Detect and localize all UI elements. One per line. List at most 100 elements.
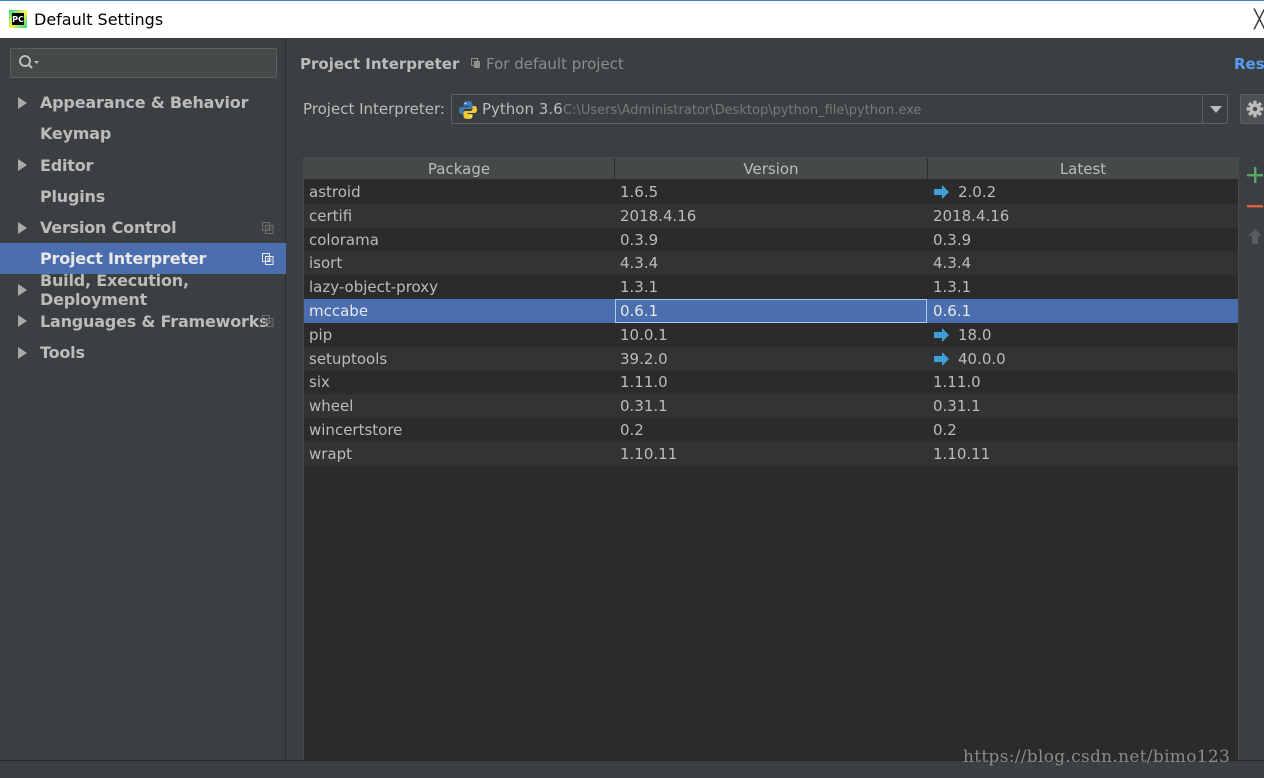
chevron-down-icon[interactable]: [1210, 106, 1222, 113]
table-row[interactable]: wheel 0.31.1 0.31.1: [304, 394, 1238, 419]
table-row[interactable]: astroid 1.6.5 2.0.2: [304, 180, 1238, 204]
settings-search-input[interactable]: [10, 48, 277, 78]
sidebar-item-appearance-behavior[interactable]: Appearance & Behavior: [0, 87, 286, 118]
expand-arrow-icon[interactable]: [18, 221, 27, 234]
package-name-cell: setuptools: [309, 349, 388, 368]
latest-version-cell: 0.3.9: [933, 230, 972, 249]
package-name-cell: wincertstore: [309, 421, 403, 439]
interpreter-settings-button[interactable]: [1240, 94, 1264, 124]
search-icon: [19, 55, 39, 69]
latest-version-cell: 1.11.0: [933, 373, 981, 392]
watermark: https://blog.csdn.net/bimo123: [963, 747, 1231, 767]
latest-version-cell: 40.0.0: [958, 349, 1006, 368]
packages-table[interactable]: Package Version Latest astroid 1.6.5 2.0.2…: [303, 157, 1239, 760]
sidebar-item-keymap[interactable]: Keymap: [0, 118, 286, 149]
project-scope-icon: [262, 252, 274, 265]
latest-version-cell: 2018.4.16: [933, 206, 1010, 225]
latest-version-cell: 0.6.1: [933, 302, 972, 320]
table-row[interactable]: wincertstore 0.2 0.2: [304, 418, 1238, 442]
page-title: Project Interpreter: [300, 55, 460, 73]
interpreter-name: Python 3.6: [482, 100, 563, 118]
version-cell: 4.3.4: [620, 254, 659, 273]
version-cell: 0.31.1: [620, 397, 668, 416]
sidebar-item-label: Appearance & Behavior: [40, 93, 249, 112]
sidebar-item-tools[interactable]: Tools: [0, 337, 286, 368]
project-scope-icon: [262, 315, 274, 328]
sidebar-item-label: Plugins: [40, 186, 106, 206]
column-header-package[interactable]: Package: [304, 158, 615, 180]
package-name-cell: astroid: [309, 183, 361, 201]
project-scope-icon: [471, 58, 480, 68]
package-name-cell: certifi: [309, 206, 353, 225]
latest-version-cell: 4.3.4: [933, 254, 972, 273]
expand-arrow-icon[interactable]: [18, 96, 27, 109]
window-title: Default Settings: [34, 10, 164, 29]
upgrade-available-arrow-icon: [934, 327, 949, 342]
latest-version-cell: 0.31.1: [933, 397, 981, 416]
gear-icon: [1246, 100, 1264, 118]
table-row[interactable]: wrapt 1.10.11 1.10.11: [304, 441, 1238, 466]
expand-arrow-icon[interactable]: [18, 284, 27, 296]
sidebar-item-label: Version Control: [40, 218, 177, 237]
interpreter-dropdown[interactable]: Python 3.6 C:\Users\Administrator\Deskto…: [451, 94, 1228, 124]
expand-arrow-icon[interactable]: [18, 315, 27, 328]
plus-icon[interactable]: [1244, 164, 1264, 186]
table-row[interactable]: certifi 2018.4.16 2018.4.16: [304, 203, 1238, 228]
package-name-cell: wrapt: [309, 444, 353, 463]
sidebar-item-label: Keymap: [40, 124, 112, 144]
latest-version-cell: 2.0.2: [958, 183, 997, 201]
sidebar-item-label: Languages & Frameworks: [40, 311, 269, 331]
table-row[interactable]: pip 10.0.1 18.0: [304, 323, 1238, 347]
version-cell: 1.11.0: [620, 373, 668, 392]
column-header-version[interactable]: Version: [615, 158, 928, 180]
up-arrow-icon[interactable]: [1244, 226, 1264, 248]
table-row[interactable]: mccabe 0.6.1 0.6.1: [304, 299, 1238, 323]
project-scope-icon: [262, 221, 274, 234]
interpreter-path: C:\Users\Administrator\Desktop\python_fi…: [563, 103, 922, 118]
sidebar-item-version-control[interactable]: Version Control: [0, 212, 286, 243]
main-panel: Project Interpreter For default project …: [287, 38, 1264, 760]
table-row[interactable]: six 1.11.0 1.11.0: [304, 370, 1238, 394]
expand-arrow-icon[interactable]: [18, 346, 27, 359]
package-name-cell: mccabe: [309, 302, 369, 320]
latest-version-cell: 18.0: [958, 325, 992, 344]
version-cell: 1.3.1: [620, 278, 659, 297]
version-cell: 39.2.0: [620, 349, 668, 368]
latest-version-cell: 1.3.1: [933, 278, 972, 297]
close-icon[interactable]: ╳: [1254, 9, 1264, 30]
package-name-cell: pip: [309, 325, 333, 344]
sidebar-item-project-interpreter[interactable]: Project Interpreter: [0, 243, 286, 275]
dropdown-separator: [1202, 95, 1203, 123]
upgrade-available-arrow-icon: [934, 185, 949, 199]
version-cell: 1.10.11: [620, 444, 678, 463]
version-cell: 0.3.9: [620, 230, 659, 249]
sidebar-item-label: Editor: [40, 155, 94, 175]
version-cell: 2018.4.16: [620, 206, 697, 225]
minus-icon[interactable]: [1244, 195, 1264, 217]
window-titlebar: PC Default Settings ╳: [0, 0, 1264, 38]
pycharm-app-icon: PC: [9, 10, 27, 28]
table-row[interactable]: setuptools 39.2.0 40.0.0: [304, 346, 1238, 371]
column-header-latest[interactable]: Latest: [928, 158, 1238, 180]
sidebar-item-editor[interactable]: Editor: [0, 150, 286, 181]
version-cell: 10.0.1: [620, 325, 668, 344]
expand-arrow-icon[interactable]: [18, 159, 27, 171]
sidebar-item-build-execution-deployment[interactable]: Build, Execution, Deployment: [0, 271, 286, 309]
sidebar-item-label: Tools: [40, 343, 85, 362]
package-name-cell: six: [309, 373, 330, 392]
sidebar-item-plugins[interactable]: Plugins: [0, 181, 286, 212]
version-cell: 1.6.5: [620, 183, 659, 201]
app-icon-text: PC: [12, 13, 24, 25]
table-row[interactable]: lazy-object-proxy 1.3.1 1.3.1: [304, 275, 1238, 299]
table-row[interactable]: colorama 0.3.9 0.3.9: [304, 228, 1238, 252]
package-name-cell: wheel: [309, 397, 354, 416]
sidebar-item-label: Build, Execution, Deployment: [40, 271, 189, 309]
reset-link[interactable]: Reset: [1234, 55, 1264, 73]
sidebar-item-languages-frameworks[interactable]: Languages & Frameworks: [0, 306, 286, 337]
table-row[interactable]: isort 4.3.4 4.3.4: [304, 251, 1238, 276]
latest-version-cell: 1.10.11: [933, 444, 991, 463]
upgrade-available-arrow-icon: [934, 351, 949, 366]
package-name-cell: isort: [309, 254, 343, 273]
cell-focus-outline: [615, 299, 927, 323]
settings-sidebar: Appearance & Behavior Keymap Editor Plugins…: [0, 38, 286, 760]
